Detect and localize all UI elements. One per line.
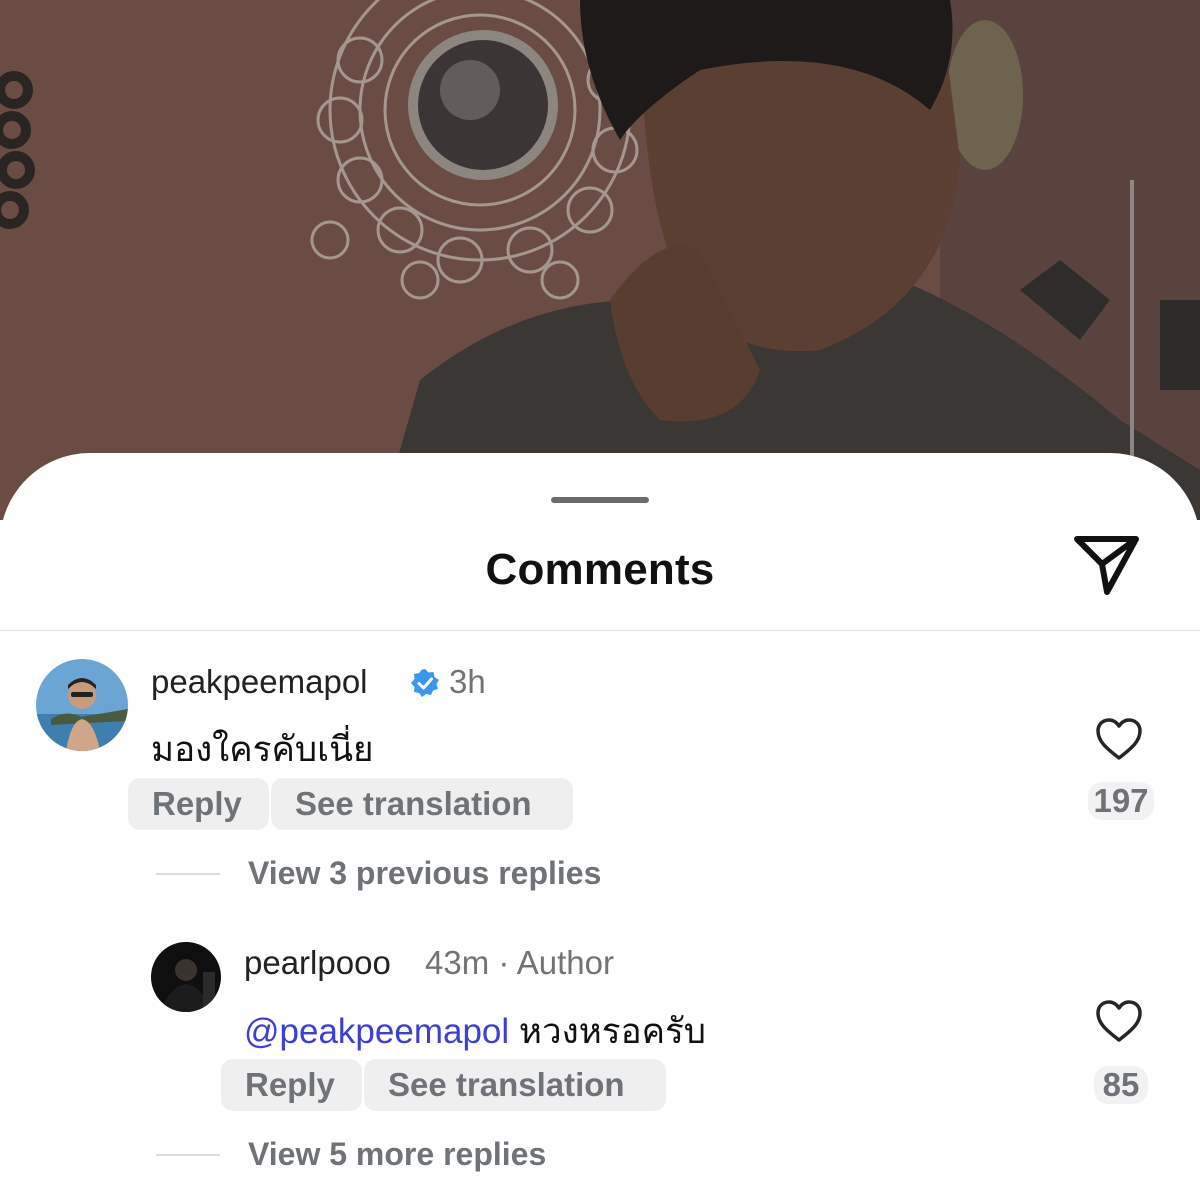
like-button[interactable] [1094,716,1144,762]
heart-icon [1096,1000,1142,1042]
sheet-grabber[interactable] [551,497,649,503]
comment-username[interactable]: pearlpooo [244,944,391,982]
avatar[interactable] [36,659,128,751]
mention-link[interactable]: @peakpeemapol [244,1012,509,1051]
replies-line [156,1154,220,1156]
heart-icon [1096,718,1142,760]
like-count: 197 [1088,782,1154,820]
comment-meta: 43m · Author [425,944,614,982]
comment-username[interactable]: peakpeemapol [151,663,368,701]
comment-text: หวงหรอครับ [518,1012,707,1051]
comment-text-row: @peakpeemapol หวงหรอครับ [244,1004,706,1059]
verified-badge-icon [410,668,440,698]
header-divider [0,630,1200,631]
comment-text: มองใครคับเนี่ย [151,730,374,769]
see-translation-button[interactable]: See translation [364,1059,666,1111]
comment-time: 3h [449,663,486,700]
see-translation-button[interactable]: See translation [271,778,573,830]
avatar-photo [36,659,128,751]
avatar[interactable] [151,942,221,1012]
share-button[interactable] [1070,530,1144,600]
comment-time: 43m [425,944,490,981]
post-photo [0,0,1200,520]
reply-button[interactable]: Reply [128,778,269,830]
view-more-replies[interactable]: View 5 more replies [248,1136,546,1173]
replies-line [156,873,220,875]
like-count: 85 [1094,1066,1148,1104]
reply-button[interactable]: Reply [221,1059,362,1111]
view-previous-replies[interactable]: View 3 previous replies [248,855,601,892]
meta-separator: · [498,944,510,981]
like-button[interactable] [1094,998,1144,1044]
paper-plane-icon [1074,536,1139,595]
author-badge: Author [516,944,614,981]
sheet-title: Comments [485,545,715,594]
avatar-photo [151,942,221,1012]
